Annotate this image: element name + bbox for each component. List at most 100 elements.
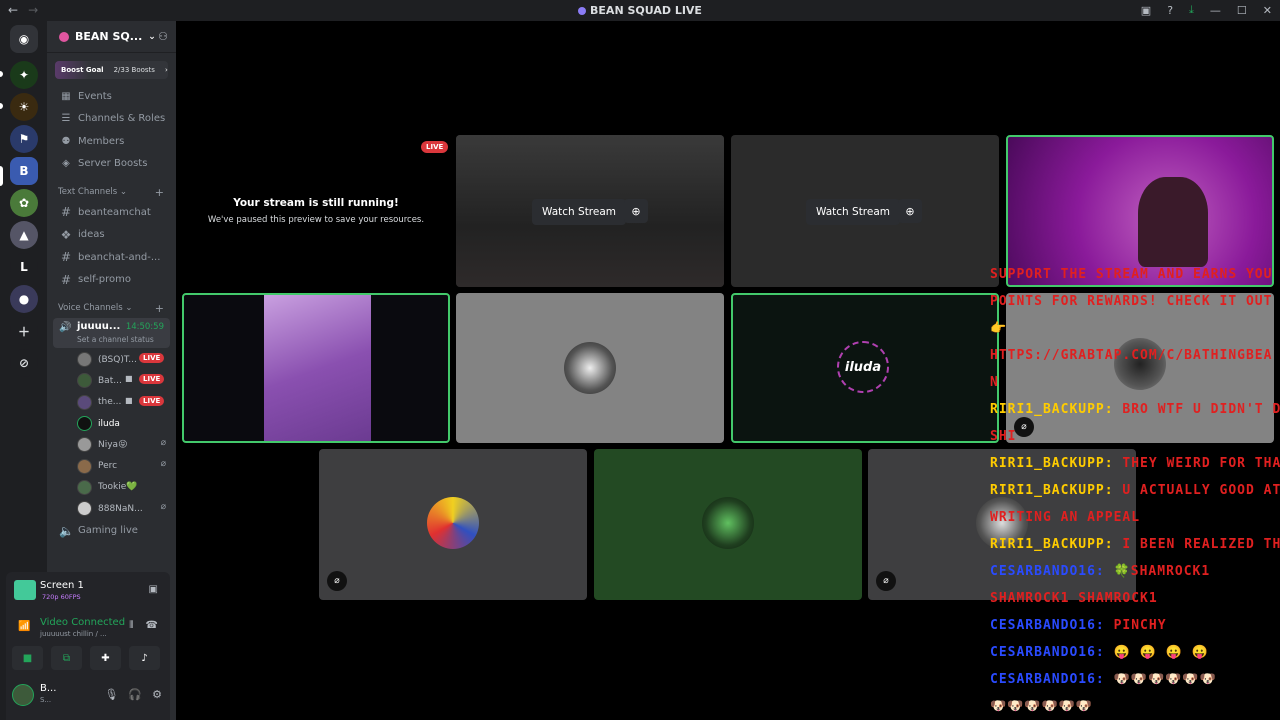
channel-status[interactable]: Set a channel status xyxy=(77,335,154,344)
camera-tile[interactable] xyxy=(182,293,450,443)
chat-text: 😛 😛 😛 😛 xyxy=(1113,645,1209,660)
menu-events[interactable]: ▦ Events xyxy=(47,85,176,108)
server-icon-l[interactable]: L xyxy=(10,253,38,281)
channel-ideas[interactable]: ❖ ideas xyxy=(47,224,176,247)
signal-icon[interactable]: 📶 xyxy=(18,621,30,632)
channel-gaming-live[interactable]: 🔈 Gaming live xyxy=(47,519,176,542)
menu-members[interactable]: ⚉ Members xyxy=(47,130,176,153)
settings-gear-icon[interactable]: ⚙ xyxy=(152,688,162,701)
chat-line: SHI xyxy=(990,426,1016,447)
share-screen-button[interactable]: ⧉ xyxy=(51,646,82,670)
voice-user[interactable]: (BSQ)T... LIVE xyxy=(47,349,176,370)
chat-line: POINTS FOR REWARDS! CHECK IT OUT xyxy=(990,291,1272,312)
channel-beanchat[interactable]: # beanchat-and-... xyxy=(47,246,176,269)
download-icon[interactable]: ⤓ xyxy=(1189,3,1194,17)
inbox-icon[interactable]: ▣ xyxy=(1141,4,1151,17)
chat-text: I BEEN REALIZED THAT xyxy=(1122,537,1280,552)
chat-text: SUPPORT THE STREAM AND EARNS YOU xyxy=(990,267,1273,282)
channel-beanteamchat[interactable]: # beanteamchat xyxy=(47,201,176,224)
popout-icon[interactable]: ⊕ xyxy=(898,199,922,223)
soundboard-button[interactable]: ♪ xyxy=(129,646,160,670)
stream-tile[interactable]: Watch Stream ⊕ xyxy=(731,135,999,287)
server-icon-bean-squad[interactable]: B xyxy=(10,157,38,185)
chat-text: THEY WEIRD FOR THAT xyxy=(1122,456,1280,471)
hashtag-icon: # xyxy=(60,250,72,265)
avatar xyxy=(77,373,92,389)
watch-stream-button[interactable]: Watch Stream xyxy=(532,199,627,225)
chat-text: 🍀SHAMROCK1 xyxy=(1113,564,1211,579)
disconnect-icon[interactable]: ☎ xyxy=(146,620,158,631)
chat-line: 🐶🐶🐶🐶🐶🐶 xyxy=(990,696,1093,717)
noise-suppression-icon[interactable]: ⦀ xyxy=(129,620,133,631)
user-tile[interactable] xyxy=(594,449,862,600)
user-status: S... xyxy=(40,696,52,704)
chat-text: HTTPS://GRABTAP.COM/C/BATHINGBEA xyxy=(990,348,1273,363)
minimize-button[interactable]: — xyxy=(1210,4,1221,17)
user-tile[interactable]: ⌀ xyxy=(319,449,587,600)
menu-server-boosts[interactable]: ◈ Server Boosts xyxy=(47,153,176,176)
close-button[interactable]: ✕ xyxy=(1263,4,1272,17)
boost-goal[interactable]: Boost Goal 2/33 Boosts › xyxy=(55,61,168,79)
headphones-icon[interactable]: 🎧 xyxy=(128,688,142,701)
server-icon-1[interactable]: ✦ xyxy=(10,61,38,89)
iluda-logo: iluda xyxy=(837,341,889,393)
maximize-button[interactable]: ☐ xyxy=(1237,4,1247,17)
selected-pill xyxy=(0,166,3,186)
voice-channel-active[interactable]: 🔊 juuuu... 14:50:59 Set a channel status xyxy=(53,318,170,348)
chat-text: CESARBANDO16: xyxy=(990,645,1114,660)
user-tile-iluda[interactable]: iluda xyxy=(731,293,999,443)
channel-self-promo[interactable]: # self-promo xyxy=(47,269,176,292)
voice-user[interactable]: the... ■ LIVE xyxy=(47,392,176,413)
voice-channel-name[interactable]: juuuuust chillin / ... xyxy=(40,630,107,638)
voice-user[interactable]: Perc ⌀ xyxy=(47,455,176,476)
popout-icon[interactable]: ⊕ xyxy=(624,199,648,223)
microphone-icon[interactable]: 🎙 xyxy=(104,688,118,701)
user-tile[interactable] xyxy=(456,293,724,443)
server-icon-6[interactable]: ▲ xyxy=(10,221,38,249)
streamer-video xyxy=(1138,177,1208,267)
forum-icon: ❖ xyxy=(60,227,72,242)
own-stream-tile[interactable]: Your stream is still running! We've paus… xyxy=(182,135,450,287)
stream-running-title: Your stream is still running! xyxy=(233,197,399,209)
user-avatar xyxy=(702,497,754,549)
voice-user[interactable]: 888NaN... ⌀ xyxy=(47,498,176,519)
watch-stream-button[interactable]: Watch Stream xyxy=(806,199,901,225)
add-member-icon[interactable]: ⚇ xyxy=(158,30,168,43)
account[interactable]: B... S... 🎙 🎧 ⚙ xyxy=(12,680,162,710)
chat-text: RIRI1_BACKUPP: xyxy=(990,456,1123,471)
activities-button[interactable]: ✚ xyxy=(90,646,121,670)
stop-stream-icon[interactable]: ▣ xyxy=(149,584,158,595)
voice-user[interactable]: Niya😝 ⌀ xyxy=(47,434,176,455)
voice-stage: Your stream is still running! We've paus… xyxy=(176,21,1280,720)
chat-text: PINCHY xyxy=(1113,618,1167,633)
text-channels-category[interactable]: Text Channels ⌄ + xyxy=(47,183,176,201)
voice-user[interactable]: iluda xyxy=(47,413,176,434)
camera-button[interactable]: ■ xyxy=(12,646,43,670)
chat-line: N xyxy=(990,372,999,393)
server-name: BEAN SQ... xyxy=(75,30,143,43)
help-icon[interactable]: ? xyxy=(1167,4,1173,17)
user-tile[interactable]: ⌀ xyxy=(1006,293,1274,443)
voice-channels-category[interactable]: Voice Channels ⌄ + xyxy=(47,299,176,317)
server-icon-5[interactable]: ✿ xyxy=(10,189,38,217)
add-server-icon[interactable]: ＋ xyxy=(10,317,38,345)
discover-icon[interactable]: ⊘ xyxy=(10,349,38,377)
server-header[interactable]: BEAN SQ... ⌄ ⚇ xyxy=(47,21,176,53)
server-icon-3[interactable]: ⚑ xyxy=(10,125,38,153)
voice-status[interactable]: Video Connected xyxy=(40,617,125,628)
voice-user[interactable]: Bat... ■ LIVE xyxy=(47,370,176,391)
user-avatar xyxy=(564,342,616,394)
chat-line: CESARBANDO16: PINCHY xyxy=(990,615,1167,636)
server-icon-2[interactable]: ☀ xyxy=(10,93,38,121)
mic-muted-icon: ⌀ xyxy=(1014,417,1034,437)
add-channel-icon[interactable]: + xyxy=(155,302,164,315)
server-icon-8[interactable]: ● xyxy=(10,285,38,313)
chat-line: HTTPS://GRABTAP.COM/C/BATHINGBEA xyxy=(990,345,1272,366)
menu-channels-roles[interactable]: ☰ Channels & Roles xyxy=(47,108,176,131)
avatar xyxy=(77,416,92,432)
direct-messages-icon[interactable]: ◉ xyxy=(10,25,38,53)
voice-user[interactable]: Tookie💚 xyxy=(47,477,176,498)
stream-tile[interactable]: Watch Stream ⊕ xyxy=(456,135,724,287)
user-avatar xyxy=(427,497,479,549)
add-channel-icon[interactable]: + xyxy=(155,186,164,199)
